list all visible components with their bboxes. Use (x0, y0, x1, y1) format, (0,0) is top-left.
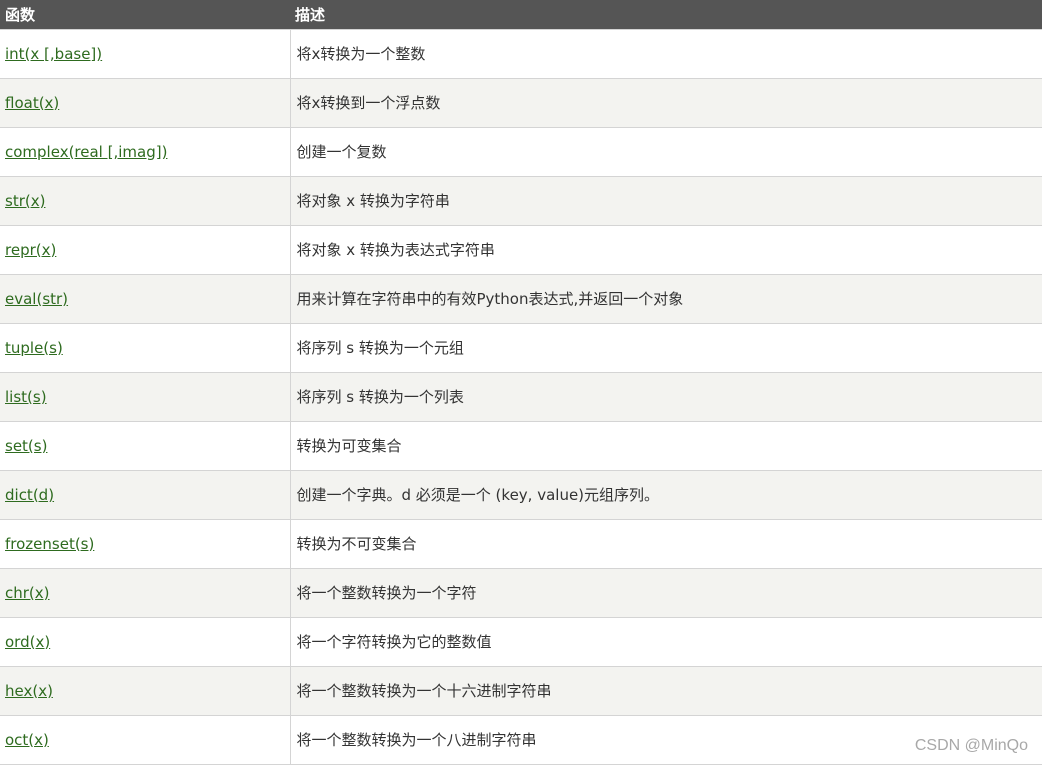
function-cell: ord(x) (0, 616, 291, 667)
table-row: float(x) 将x转换到一个浮点数 (0, 77, 1042, 128)
description-cell: 将x转换到一个浮点数 (289, 77, 1042, 128)
function-link[interactable]: float(x) (5, 94, 59, 112)
description-cell: 转换为可变集合 (289, 420, 1042, 471)
function-link[interactable]: repr(x) (5, 241, 56, 259)
table-row: repr(x) 将对象 x 转换为表达式字符串 (0, 224, 1042, 275)
function-cell: eval(str) (0, 273, 291, 324)
function-cell: set(s) (0, 420, 291, 471)
function-cell: oct(x) (0, 714, 291, 765)
table-body: int(x [,base]) 将x转换为一个整数 float(x) 将x转换到一… (0, 28, 1042, 765)
function-cell: float(x) (0, 77, 291, 128)
table-row: tuple(s) 将序列 s 转换为一个元组 (0, 322, 1042, 373)
function-link[interactable]: eval(str) (5, 290, 68, 308)
function-cell: complex(real [,imag]) (0, 126, 291, 177)
description-cell: 将一个整数转换为一个十六进制字符串 (289, 665, 1042, 716)
function-cell: dict(d) (0, 469, 291, 520)
description-cell: 创建一个复数 (289, 126, 1042, 177)
description-cell: 将x转换为一个整数 (289, 28, 1042, 79)
function-link[interactable]: hex(x) (5, 682, 53, 700)
watermark: CSDN @MinQo (914, 737, 1028, 754)
description-cell: 将对象 x 转换为表达式字符串 (289, 224, 1042, 275)
function-cell: str(x) (0, 175, 291, 226)
description-cell: 将对象 x 转换为字符串 (289, 175, 1042, 226)
description-cell: 创建一个字典。d 必须是一个 (key, value)元组序列。 (289, 469, 1042, 520)
header-function: 函数 (0, 0, 290, 29)
table-row: str(x) 将对象 x 转换为字符串 (0, 175, 1042, 226)
function-cell: int(x [,base]) (0, 28, 291, 79)
table-row: hex(x) 将一个整数转换为一个十六进制字符串 (0, 665, 1042, 716)
table-row: list(s) 将序列 s 转换为一个列表 (0, 371, 1042, 422)
function-link[interactable]: tuple(s) (5, 339, 63, 357)
table-header: 函数 描述 (0, 0, 1042, 29)
function-link[interactable]: list(s) (5, 388, 47, 406)
function-link[interactable]: dict(d) (5, 486, 54, 504)
function-cell: hex(x) (0, 665, 291, 716)
table-row: frozenset(s) 转换为不可变集合 (0, 518, 1042, 569)
function-cell: chr(x) (0, 567, 291, 618)
description-cell: 将序列 s 转换为一个元组 (289, 322, 1042, 373)
table-row: complex(real [,imag]) 创建一个复数 (0, 126, 1042, 177)
function-cell: repr(x) (0, 224, 291, 275)
description-cell: 将一个字符转换为它的整数值 (289, 616, 1042, 667)
function-link[interactable]: complex(real [,imag]) (5, 143, 167, 161)
function-cell: frozenset(s) (0, 518, 291, 569)
header-row: 函数 描述 (0, 0, 1042, 29)
description-cell: 将一个整数转换为一个字符 (289, 567, 1042, 618)
function-link[interactable]: set(s) (5, 437, 47, 455)
table-row: int(x [,base]) 将x转换为一个整数 (0, 28, 1042, 79)
function-link[interactable]: chr(x) (5, 584, 50, 602)
table-row: eval(str) 用来计算在字符串中的有效Python表达式,并返回一个对象 (0, 273, 1042, 324)
table-row: ord(x) 将一个字符转换为它的整数值 (0, 616, 1042, 667)
conversion-functions-table: 函数 描述 int(x [,base]) 将x转换为一个整数 float(x) … (0, 0, 1042, 765)
table-row: set(s) 转换为可变集合 (0, 420, 1042, 471)
table-row: dict(d) 创建一个字典。d 必须是一个 (key, value)元组序列。 (0, 469, 1042, 520)
table-row: oct(x) 将一个整数转换为一个八进制字符串 (0, 714, 1042, 765)
function-link[interactable]: str(x) (5, 192, 45, 210)
function-link[interactable]: frozenset(s) (5, 535, 94, 553)
description-cell: 将序列 s 转换为一个列表 (289, 371, 1042, 422)
description-cell: 转换为不可变集合 (289, 518, 1042, 569)
function-link[interactable]: oct(x) (5, 731, 49, 749)
function-cell: list(s) (0, 371, 291, 422)
table-row: chr(x) 将一个整数转换为一个字符 (0, 567, 1042, 618)
function-cell: tuple(s) (0, 322, 291, 373)
header-description: 描述 (290, 0, 1042, 29)
description-cell: 用来计算在字符串中的有效Python表达式,并返回一个对象 (289, 273, 1042, 324)
function-link[interactable]: int(x [,base]) (5, 45, 102, 63)
function-link[interactable]: ord(x) (5, 633, 50, 651)
